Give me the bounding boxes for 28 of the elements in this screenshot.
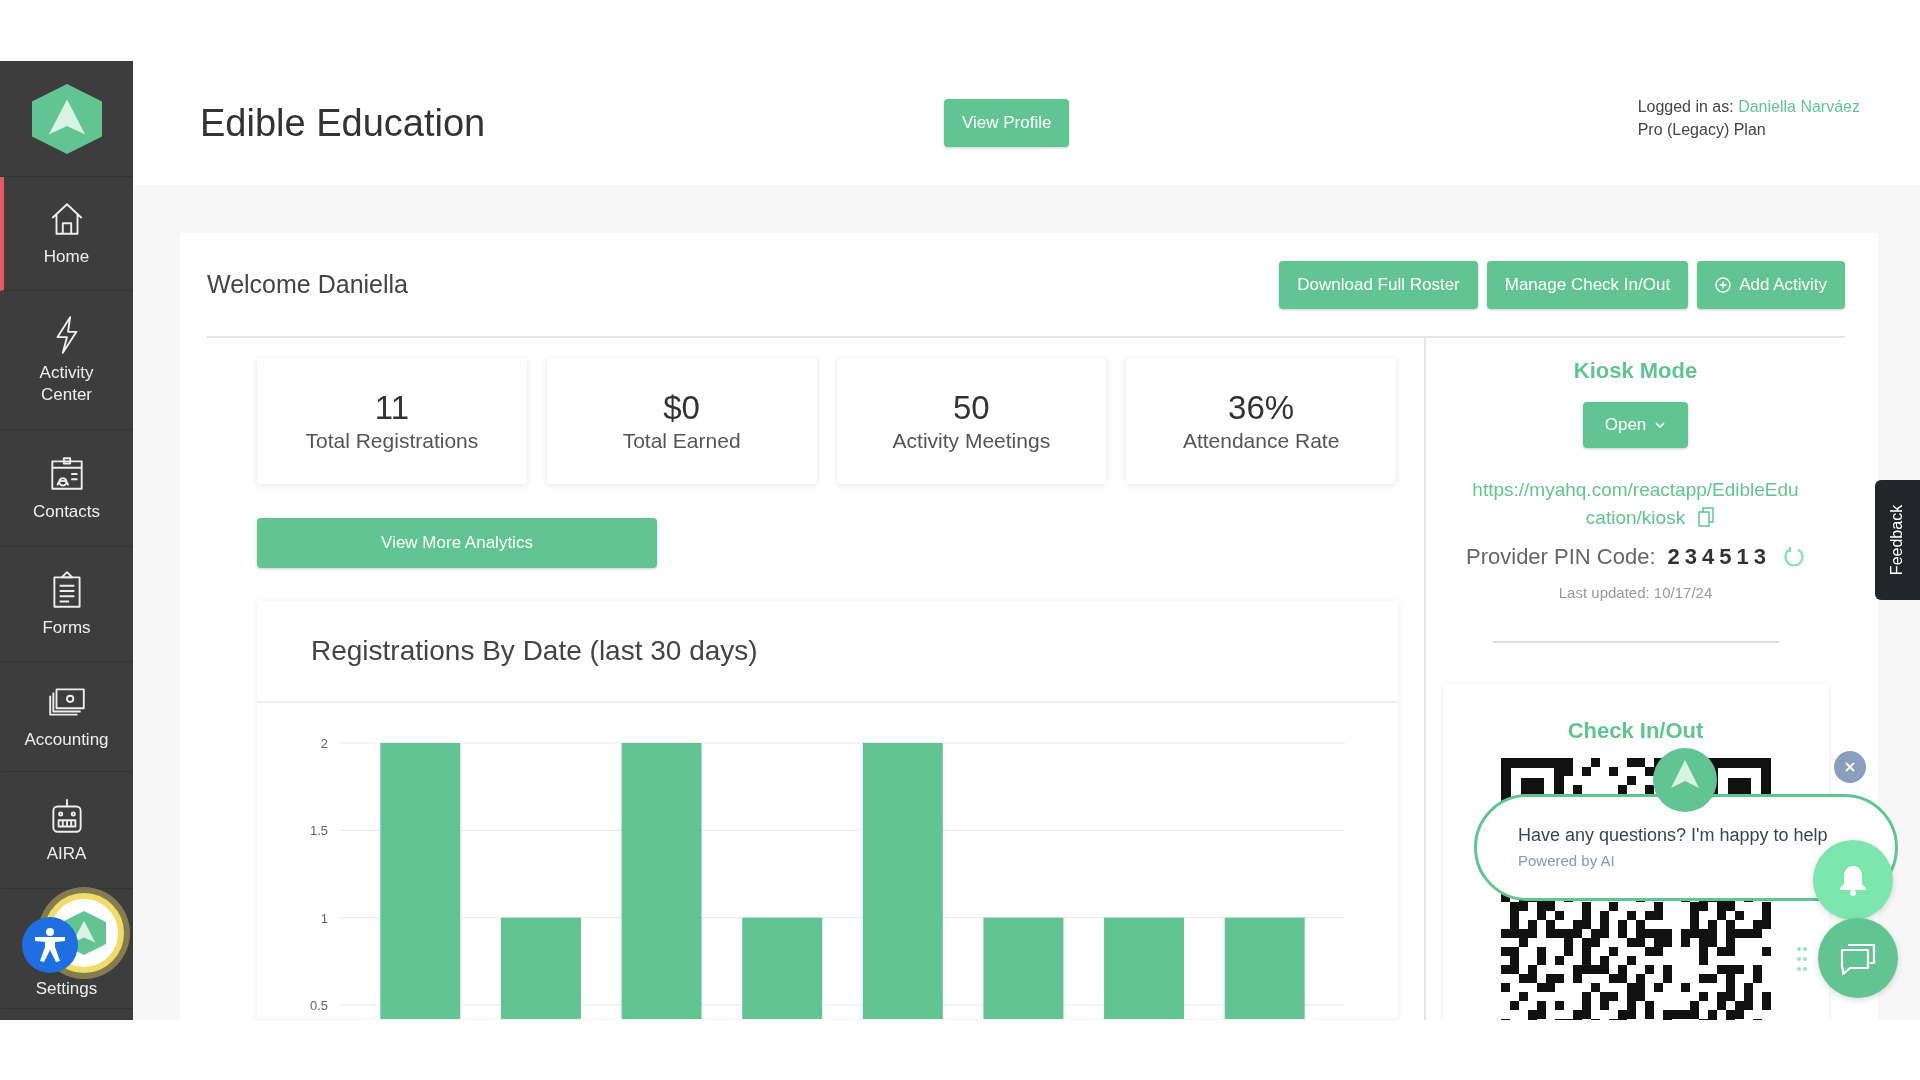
pin-code: 234513 bbox=[1667, 544, 1771, 570]
refresh-icon[interactable] bbox=[1782, 546, 1805, 568]
stat-card: 36% Attendance Rate bbox=[1126, 358, 1396, 484]
bell-icon bbox=[1838, 864, 1868, 896]
stat-card: 11 Total Registrations bbox=[257, 358, 527, 484]
last-updated: Last updated: 10/17/24 bbox=[1558, 584, 1713, 601]
stat-card: 50 Activity Meetings bbox=[836, 358, 1107, 484]
drag-handle-icon[interactable] bbox=[1796, 946, 1808, 972]
page-title: Edible Education bbox=[200, 101, 487, 145]
plus-icon bbox=[1715, 276, 1732, 293]
plan-label: Pro (Legacy) Plan bbox=[1637, 120, 1767, 140]
axis-label: 1.5 bbox=[309, 823, 328, 839]
axis-label: 1 bbox=[320, 910, 328, 926]
welcome-heading: Welcome Daniella bbox=[207, 270, 408, 299]
logged-in-label: Logged in as: bbox=[1637, 98, 1734, 115]
pin-label: Provider PIN Code: bbox=[1466, 544, 1656, 570]
copy-icon[interactable] bbox=[1697, 507, 1714, 527]
caret-icon bbox=[1654, 421, 1667, 429]
axis-label: 0.5 bbox=[309, 998, 328, 1013]
close-icon bbox=[1844, 761, 1856, 773]
chat-message: Have any questions? I'm happy to help bbox=[1518, 825, 1829, 846]
powered-by-label: Powered by AI bbox=[1518, 852, 1616, 869]
feedback-tab[interactable]: Feedback bbox=[1875, 480, 1920, 600]
chart-title: Registrations By Date (last 30 days) bbox=[311, 635, 758, 667]
stat-card: $0 Total Earned bbox=[546, 358, 817, 484]
kiosk-title: Kiosk Mode bbox=[1573, 358, 1698, 384]
check-in-title: Check In/Out bbox=[1567, 718, 1704, 744]
axis-label: 2 bbox=[320, 736, 328, 751]
